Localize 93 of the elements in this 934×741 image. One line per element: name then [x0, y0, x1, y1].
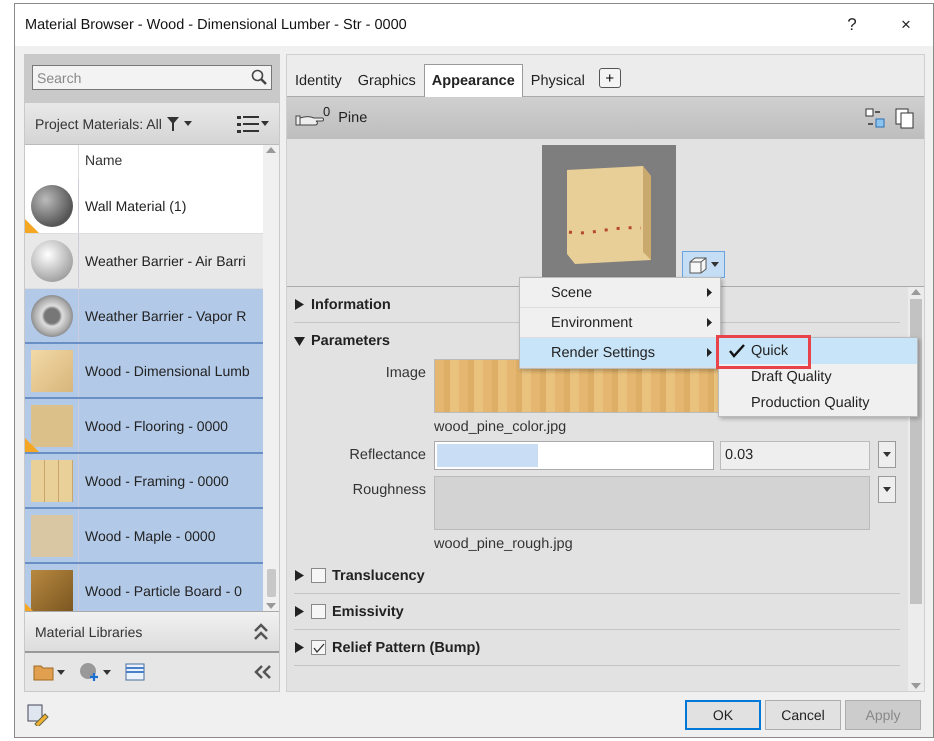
caret-icon	[184, 121, 192, 126]
file-name: wood_pine_color.jpg	[434, 418, 568, 435]
caret-icon	[261, 121, 269, 126]
close-button[interactable]: ×	[879, 5, 933, 45]
expand-arrow-icon[interactable]	[294, 642, 305, 653]
section-title: Parameters	[311, 333, 390, 349]
caret-icon	[103, 670, 111, 674]
tab[interactable]: Graphics	[350, 64, 424, 97]
material-name: Weather Barrier - Vapor R	[84, 308, 246, 324]
material-row[interactable]: Wood - Framing - 0000	[25, 454, 263, 509]
material-thumbnail	[30, 240, 72, 282]
material-name: Wood - Particle Board - 0	[84, 582, 242, 598]
param-label: Image	[384, 364, 426, 381]
caret-icon	[883, 452, 891, 457]
checkbox[interactable]	[311, 568, 326, 583]
asset-name: Pine	[338, 110, 368, 126]
material-thumbnail	[30, 185, 72, 227]
material-row[interactable]: Wood - Maple - 0000	[25, 509, 263, 564]
window-title: Material Browser - Wood - Dimensional Lumber - Str - 0000	[25, 17, 408, 33]
scene-button[interactable]	[682, 251, 724, 278]
section-title: Translucency	[332, 568, 425, 584]
filter-icon	[166, 116, 179, 130]
section-title: Emissivity	[332, 604, 404, 620]
material-thumbnail	[30, 514, 72, 556]
material-name: Wood - Maple - 0000	[84, 528, 216, 544]
material-name: Wood - Dimensional Lumb	[84, 362, 250, 378]
filter-dropdown[interactable]: Project Materials: All	[33, 116, 194, 132]
value-field[interactable]: 0.03	[720, 441, 870, 470]
material-name: Wall Material (1)	[84, 198, 186, 214]
param-label: Roughness	[352, 481, 426, 498]
material-row[interactable]: Wood - Dimensional Lumb	[25, 344, 263, 399]
material-row[interactable]: Wood - Flooring - 0000	[25, 399, 263, 454]
expand-arrow-icon[interactable]	[294, 299, 305, 310]
libraries-label: Material Libraries	[35, 624, 142, 640]
expand-up-icon[interactable]	[253, 622, 269, 640]
expand-arrow-icon[interactable]	[294, 570, 305, 581]
search-icon	[251, 69, 267, 85]
panel-icon	[125, 663, 145, 681]
material-thumbnail	[30, 570, 72, 611]
file-name: wood_pine_rough.jpg	[434, 535, 574, 552]
copy-icon[interactable]	[894, 107, 916, 129]
submenu-arrow-icon	[707, 348, 712, 357]
section-title: Information	[311, 296, 391, 312]
slider[interactable]	[434, 441, 714, 470]
material-name: Wood - Framing - 0000	[84, 472, 229, 488]
checkbox[interactable]	[311, 604, 326, 619]
param-label: Reflectance	[348, 446, 426, 463]
dialog-button[interactable]: OK	[685, 700, 761, 730]
list-icon	[237, 114, 259, 132]
search-field[interactable]: Search	[32, 65, 272, 90]
submenu-arrow-icon	[707, 318, 712, 327]
menu-item[interactable]: Quick	[719, 338, 917, 364]
caret-icon	[57, 670, 65, 674]
material-row[interactable]: Weather Barrier - Air Barri	[25, 234, 263, 289]
swap-icon[interactable]	[864, 107, 886, 129]
material-thumbnail	[30, 460, 72, 502]
asset-count: 0	[323, 104, 330, 118]
dialog-button[interactable]: Cancel	[765, 700, 841, 730]
column-header: Name	[84, 151, 124, 170]
dropdown-button[interactable]	[878, 476, 896, 503]
checkbox[interactable]	[311, 640, 326, 655]
material-row[interactable]: Wall Material (1)	[25, 179, 263, 234]
section-title: Relief Pattern (Bump)	[332, 640, 480, 656]
folder-icon	[33, 663, 55, 681]
material-row[interactable]: Weather Barrier - Vapor R	[25, 289, 263, 344]
add-sphere-icon	[79, 662, 101, 682]
material-thumbnail	[30, 294, 72, 336]
menu-item[interactable]: Scene	[520, 278, 720, 308]
material-thumbnail	[30, 350, 72, 392]
add-tab-button[interactable]: +	[598, 68, 621, 88]
menu-item[interactable]: Production Quality	[719, 390, 917, 416]
check-icon	[312, 642, 324, 652]
material-row[interactable]: Wood - Particle Board - 0	[25, 564, 263, 611]
tab[interactable]: Identity	[287, 64, 350, 97]
scroll-thumb[interactable]	[266, 569, 276, 597]
material-thumbnail	[30, 404, 72, 446]
material-name: Wood - Flooring - 0000	[84, 418, 228, 434]
tab[interactable]: Appearance	[424, 64, 523, 97]
collapse-left-icon[interactable]	[253, 664, 273, 680]
expand-arrow-icon[interactable]	[294, 606, 305, 617]
tab[interactable]: Physical	[522, 64, 593, 97]
texture-swatch[interactable]	[434, 476, 870, 530]
submenu-arrow-icon	[707, 288, 712, 297]
material-name: Weather Barrier - Air Barri	[84, 253, 246, 269]
cube-icon	[688, 256, 708, 274]
caret-icon	[710, 262, 718, 267]
create-material-button[interactable]	[77, 660, 113, 684]
panel-toggle-button[interactable]	[123, 661, 147, 683]
collapse-arrow-icon[interactable]	[294, 336, 305, 346]
help-button[interactable]: ?	[825, 5, 879, 45]
dropdown-button[interactable]	[878, 441, 896, 468]
caret-icon	[883, 487, 891, 492]
edit-icon[interactable]	[27, 704, 49, 726]
